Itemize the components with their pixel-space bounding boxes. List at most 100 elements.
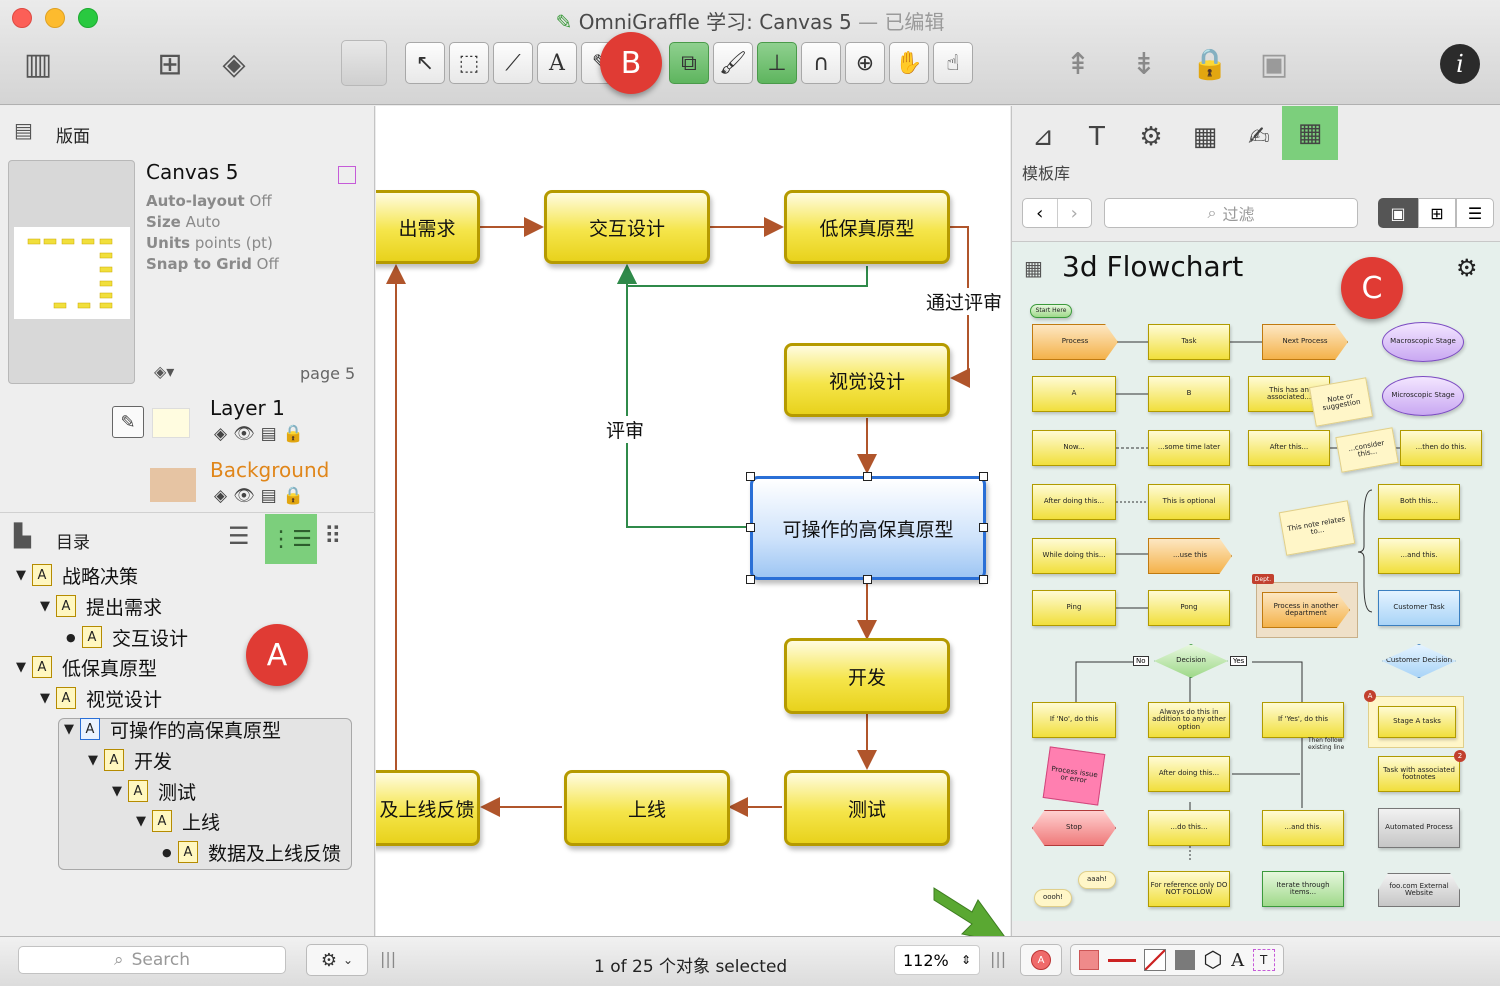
large-icon-view-button[interactable]: ▣ [1378,198,1418,228]
background-layer-controls-icons[interactable]: ◈👁▤🔒 [214,486,310,506]
search-input[interactable]: ⌕ Search [18,946,286,974]
stencil-another-department[interactable]: Process in another department [1262,592,1350,628]
layer-menu-icon[interactable]: ◈▾ [154,362,174,381]
stencil-always[interactable]: Always do this in addition to any other … [1148,702,1230,738]
sidebar-toggle-icon[interactable]: ▥ [14,40,62,88]
list-view-icon[interactable]: ☰ [228,522,250,550]
hand-tool-icon[interactable]: ✋ [889,42,929,84]
layers-add-icon[interactable]: ◈ [210,40,258,88]
shape-tool-icon[interactable]: ⬚ [449,42,489,84]
outline-actions-button[interactable]: ⚙ ⌄ [306,944,368,976]
stencil-start-here[interactable]: Start Here [1030,304,1072,318]
stencil-after-this[interactable]: After this... [1248,430,1330,466]
stencil-library-icon[interactable]: ▦ [1282,106,1338,160]
resize-handle-icon[interactable]: ||| [380,949,396,968]
stencil-footnotes[interactable]: Task with associated footnotes [1378,756,1460,792]
fill-color-icon[interactable] [1079,950,1100,970]
stencil-website[interactable]: foo.com External Website [1378,873,1460,907]
style-well-button[interactable] [341,40,387,86]
stencil-optional[interactable]: This is optional [1148,484,1230,520]
lock-icon[interactable]: 🔒 [1186,40,1234,88]
stencil-gear-icon[interactable]: ⚙ [1456,254,1478,282]
stencil-if-no[interactable]: If 'No', do this [1032,702,1116,738]
outline-item-4[interactable]: ▼ A 视觉设计 [40,684,162,712]
stencil-preview[interactable]: ▦ 3d Flowchart ⚙ Start Here Process Task… [1012,241,1500,921]
label-review[interactable]: 评审 [606,416,645,443]
background-layer-name[interactable]: Background [210,458,329,482]
stencil-issue[interactable]: Process issue or error [1042,746,1106,806]
stencil-both-this[interactable]: Both this... [1378,484,1460,520]
zoom-stepper[interactable]: 112% ⇕ [894,945,980,975]
zoom-tool-icon[interactable]: ⊕ [845,42,885,84]
line-tool-icon[interactable]: ⟋ [493,42,533,84]
edit-layer-icon[interactable]: ✎ [112,406,144,438]
canvas-thumbnail[interactable] [8,160,135,384]
edge-hifi-ixd[interactable] [617,264,748,528]
stencil-next-process[interactable]: Next Process [1262,324,1348,360]
stencil-while-doing[interactable]: While doing this... [1032,538,1116,574]
selection-handle[interactable] [746,523,755,532]
node-feedback[interactable]: 及上线反馈 [376,770,480,846]
outline-item-5[interactable]: ▼ A 可操作的高保真原型 [64,715,281,743]
stencil-ping[interactable]: Ping [1032,590,1116,626]
document-inspector-icon[interactable]: ✍ [1236,114,1282,160]
label-pass-review[interactable]: 通过评审 [926,288,1003,315]
selection-handle[interactable] [979,575,988,584]
stencil-and-this-2[interactable]: ...and this. [1262,810,1344,846]
stencil-iterate[interactable]: Iterate through items... [1262,871,1344,907]
style-brush-icon[interactable]: 🖌 [713,42,753,84]
layout-inspector-icon[interactable]: ▦ [1182,114,1228,160]
outline-item-6[interactable]: ▼ A 开发 [88,746,172,774]
text-position-icon[interactable]: T [1252,949,1275,971]
selection-tool-icon[interactable]: ↖ [405,42,445,84]
selection-handle[interactable] [979,523,988,532]
stencil-aaah[interactable]: aaah! [1078,871,1116,889]
stencil-after-doing-2[interactable]: After doing this... [1148,756,1230,792]
hierarchy-view-icon[interactable]: ⋮☰ [265,514,317,564]
resize-handle-icon[interactable]: ||| [990,949,1006,968]
stencil-later[interactable]: ...some time later [1148,430,1230,466]
selection-handle[interactable] [746,575,755,584]
selection-handle[interactable] [863,575,872,584]
stencil-b[interactable]: B [1148,376,1230,412]
shadow-icon[interactable] [1174,950,1195,970]
stencil-preview-bottom[interactable]: aaah! oooh! For reference only DO NOT FO… [1012,861,1500,921]
stencil-stage-a[interactable]: Stage A tasks [1378,706,1456,738]
layer-name[interactable]: Layer 1 [210,396,285,420]
outline-item-1[interactable]: ▼ A 提出需求 [40,592,162,620]
node-launch[interactable]: 上线 [564,770,730,846]
new-canvas-icon[interactable]: ⊞ [146,40,194,88]
grid-view-icon[interactable]: ⠿ [324,522,342,550]
text-tool-icon[interactable]: A [537,42,577,84]
stencil-automated[interactable]: Automated Process [1378,808,1460,848]
stencil-after-doing[interactable]: After doing this... [1032,484,1116,520]
stencil-macroscopic-stage[interactable]: Macroscopic Stage [1382,322,1464,362]
stencil-if-yes[interactable]: If 'Yes', do this [1262,702,1344,738]
stencil-reference[interactable]: For reference only DO NOT FOLLOW [1148,871,1230,907]
outline-item-9[interactable]: ● A 数据及上线反馈 [162,838,341,866]
gear-inspector-icon[interactable]: ⚙ [1128,114,1174,160]
browse-tool-icon[interactable]: ☝ [933,42,973,84]
stencil-microscopic-stage[interactable]: Microscopic Stage [1382,376,1464,416]
selection-handle[interactable] [863,472,872,481]
stencil-process[interactable]: Process [1032,324,1118,360]
stencil-oooh[interactable]: oooh! [1034,889,1072,907]
edge-lofi-ixd[interactable] [617,264,868,287]
stencil-customer-task[interactable]: Customer Task [1378,590,1460,626]
forward-button[interactable]: › [1058,199,1092,227]
node-interaction-design[interactable]: 交互设计 [544,190,710,264]
node-testing[interactable]: 测试 [784,770,950,846]
small-icon-view-button[interactable]: ⊞ [1418,198,1456,228]
node-visual-design[interactable]: 视觉设计 [784,343,950,417]
stencil-use-this[interactable]: ...use this [1148,538,1232,574]
text-inspector-icon[interactable]: T [1074,114,1120,160]
node-hifi-prototype[interactable]: 可操作的高保真原型 [750,476,986,580]
node-requirements[interactable]: 出需求 [376,190,480,264]
selection-handle[interactable] [979,472,988,481]
font-icon[interactable]: A [1231,950,1244,971]
no-fill-icon[interactable] [1144,949,1167,971]
send-back-icon[interactable]: ⇟ [1120,40,1168,88]
stroke-icon[interactable] [1107,958,1136,962]
outline-item-3[interactable]: ▼ A 低保真原型 [16,653,157,681]
stencil-a[interactable]: A [1032,376,1116,412]
